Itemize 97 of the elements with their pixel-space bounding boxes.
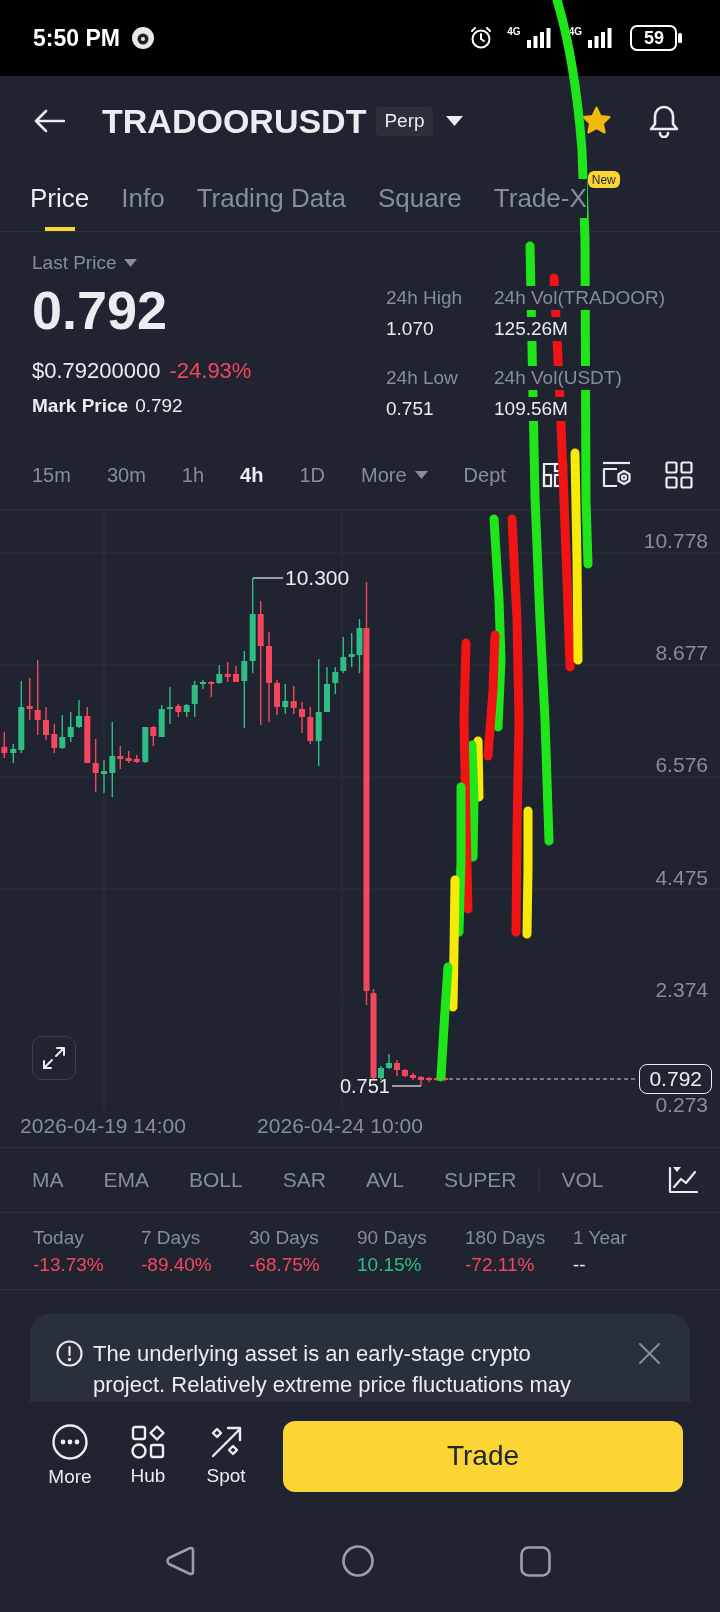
- current-price-tag: 0.792: [639, 1064, 712, 1094]
- expand-icon: [42, 1046, 66, 1070]
- mark-price: 0.792: [135, 393, 183, 418]
- signal-icon: [588, 28, 612, 48]
- candle: [200, 680, 206, 689]
- candle: [418, 1076, 424, 1086]
- depth-tab[interactable]: Dept: [463, 459, 506, 490]
- last-price-label[interactable]: Last Price: [32, 248, 117, 278]
- candle: [386, 1054, 392, 1069]
- interval-tab[interactable]: 1D: [299, 459, 325, 490]
- bell-icon[interactable]: [648, 104, 680, 138]
- info-icon: [56, 1340, 83, 1367]
- period-label: 7 Days: [141, 1226, 202, 1249]
- period-label: 1 Year: [573, 1226, 628, 1249]
- period-change: -72.11%: [465, 1253, 536, 1276]
- stat-label: 24h Vol(USDT): [494, 366, 622, 390]
- stat-label: 24h Vol(TRADOOR): [494, 286, 666, 310]
- interval-tab[interactable]: 15m: [32, 459, 71, 490]
- home-icon[interactable]: [342, 1545, 374, 1577]
- toolbar-button[interactable]: Spot: [187, 1425, 265, 1487]
- mark-price-label: Mark Price: [32, 393, 129, 418]
- time-axis-label: 2026-04-19 14:00: [20, 1114, 186, 1138]
- leader-line: [252, 577, 284, 579]
- recent-apps-icon[interactable]: [520, 1545, 551, 1577]
- app-notification-icon: [130, 26, 155, 50]
- candle: [442, 1077, 448, 1081]
- candle: [426, 1077, 432, 1082]
- alarm-icon: [469, 26, 494, 50]
- close-icon[interactable]: [639, 1343, 660, 1364]
- caret-icon: [414, 470, 428, 479]
- contract-type-badge: Perp: [376, 106, 433, 136]
- candle: [233, 666, 239, 682]
- price-axis-label: 0.273: [655, 1094, 708, 1116]
- network-type-label: 4G: [507, 27, 521, 37]
- more-intervals-button[interactable]: More: [361, 459, 428, 490]
- toolbar-button[interactable]: More: [31, 1424, 109, 1488]
- price-axis-label: 10.778: [643, 530, 708, 552]
- line-chart-icon[interactable]: [668, 1166, 698, 1194]
- caret-icon[interactable]: [445, 116, 463, 126]
- indicator-tab[interactable]: SUPER: [444, 1164, 517, 1196]
- star-icon[interactable]: [581, 106, 612, 136]
- interval-tab[interactable]: 1h: [181, 459, 205, 490]
- battery-indicator: 59: [630, 25, 682, 51]
- back-arrow-icon[interactable]: [34, 109, 65, 133]
- indicator-tab[interactable]: EMA: [103, 1164, 149, 1196]
- more-icon: [52, 1424, 88, 1460]
- interval-tab[interactable]: 30m: [106, 459, 146, 490]
- high-price-label: 10.300: [285, 567, 350, 589]
- price-axis-label: 6.576: [655, 754, 708, 777]
- candle: [274, 680, 280, 715]
- time-axis-label: 2026-04-24 10:00: [257, 1114, 423, 1138]
- period-change: -68.75%: [249, 1253, 321, 1276]
- clock-time: 5:50 PM: [33, 26, 120, 50]
- signal-icon: [526, 28, 551, 48]
- price-axis-label: 2.374: [655, 978, 708, 1001]
- trade-button[interactable]: Trade: [283, 1420, 683, 1492]
- usd-price: $0.79200000: [32, 356, 161, 385]
- network-type-label: 4G: [568, 27, 582, 37]
- stat-value: 109.56M: [494, 397, 568, 421]
- period-change: -13.73%: [33, 1253, 105, 1276]
- grid-icon[interactable]: [664, 460, 693, 489]
- indicator-tab[interactable]: AVL: [365, 1164, 405, 1196]
- price-axis-label: 8.677: [655, 642, 708, 665]
- back-icon[interactable]: [164, 1545, 196, 1577]
- toolbar-button[interactable]: Hub: [109, 1425, 187, 1487]
- expand-button[interactable]: [32, 1036, 76, 1080]
- indicator-tab[interactable]: VOL: [561, 1164, 604, 1196]
- candle: [402, 1069, 408, 1077]
- candle: [1, 732, 8, 758]
- leader-line: [391, 1085, 422, 1087]
- candle: [76, 700, 82, 728]
- price-change: -24.93%: [169, 356, 252, 385]
- price-axis-label: 4.475: [655, 866, 708, 889]
- period-label: 90 Days: [357, 1226, 428, 1249]
- period-change: -89.40%: [141, 1253, 213, 1276]
- chart-settings-icon[interactable]: [601, 461, 631, 488]
- period-change: 10.15%: [357, 1253, 423, 1276]
- indicator-tab[interactable]: MA: [32, 1164, 64, 1196]
- candle: [394, 1060, 400, 1076]
- stat-value: 125.26M: [494, 317, 568, 341]
- indicator-tab[interactable]: SAR: [282, 1164, 326, 1196]
- candle: [410, 1073, 416, 1080]
- interval-tab[interactable]: 4h: [240, 459, 264, 490]
- indicator-tab[interactable]: BOLL: [189, 1164, 243, 1196]
- period-label: Today: [33, 1226, 85, 1249]
- candle: [434, 1077, 440, 1081]
- new-badge: New: [587, 171, 620, 188]
- apps-icon: [131, 1425, 165, 1459]
- period-label: 180 Days: [465, 1226, 547, 1249]
- last-price: 0.792: [32, 280, 169, 340]
- low-price-label: 0.751: [339, 1076, 390, 1096]
- period-label: 30 Days: [249, 1226, 320, 1249]
- symbol-title: TRADOORUSDT: [102, 104, 367, 138]
- period-change: --: [573, 1253, 587, 1276]
- candle: [324, 667, 330, 712]
- notice-text: The underlying asset is an early-stage crypto project. Relatively extreme price fluctuations may: [93, 1340, 573, 1399]
- diagonal-arrow-icon: [209, 1425, 243, 1459]
